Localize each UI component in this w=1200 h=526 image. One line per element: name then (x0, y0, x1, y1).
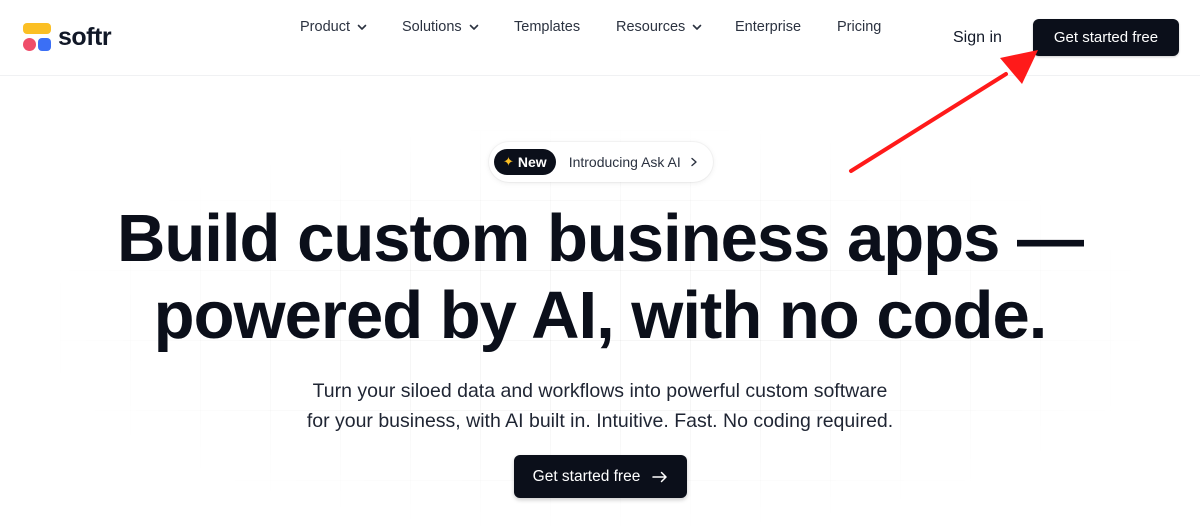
nav-item-solutions[interactable]: Solutions (402, 16, 479, 38)
nav-item-label: Resources (616, 19, 686, 35)
nav-item-resources[interactable]: Resources (616, 16, 702, 38)
nav-item-label: Enterprise (735, 19, 802, 35)
nav-item-label: Product (300, 19, 350, 35)
nav-item-enterprise[interactable]: Enterprise (735, 16, 801, 38)
logo-mark-icon (23, 22, 51, 52)
chevron-down-icon (693, 24, 702, 30)
hero-title-line: powered by AI, with no code. (153, 278, 1048, 353)
nav-item-pricing[interactable]: Pricing (837, 16, 881, 38)
sparkle-icon: ✦ (503, 154, 514, 169)
logo-text: softr (58, 23, 112, 51)
site-header: softr Product Solutions Templates Resour… (0, 0, 1200, 76)
page: softr Product Solutions Templates Resour… (0, 0, 1200, 526)
chevron-down-icon (469, 24, 478, 30)
nav-item-label: Templates (514, 19, 581, 35)
get-started-free-header-button[interactable]: Get started free (1033, 19, 1179, 56)
arrow-right-icon (652, 471, 668, 482)
nav-item-label: Pricing (837, 19, 882, 35)
nav-item-templates[interactable]: Templates (514, 16, 580, 38)
hero-subtitle-line: for your business, with AI built in. Int… (306, 410, 894, 432)
hero-subtitle-line: Turn your siloed data and workflows into… (312, 380, 888, 402)
nav-item-label: Solutions (402, 19, 462, 35)
softr-logo[interactable]: softr (23, 22, 112, 52)
sign-in-link[interactable]: Sign in (953, 27, 1002, 49)
hero-cta-label: Get started free (532, 467, 641, 485)
hero-title-line: Build custom business apps — (116, 201, 1084, 276)
nav-item-product[interactable]: Product (300, 16, 367, 38)
chevron-down-icon (357, 24, 367, 30)
get-started-free-hero-button[interactable]: Get started free (514, 455, 687, 498)
hero-title: Build custom business apps — powered by … (0, 200, 1200, 354)
new-badge: ✦ New (494, 149, 556, 175)
new-badge-label: New (517, 154, 547, 170)
announcement-pill[interactable]: ✦ New Introducing Ask AI (489, 142, 713, 182)
chevron-right-icon (691, 157, 697, 167)
hero-subtitle: Turn your siloed data and workflows into… (0, 376, 1200, 436)
announcement-text: Introducing Ask AI (568, 154, 681, 170)
